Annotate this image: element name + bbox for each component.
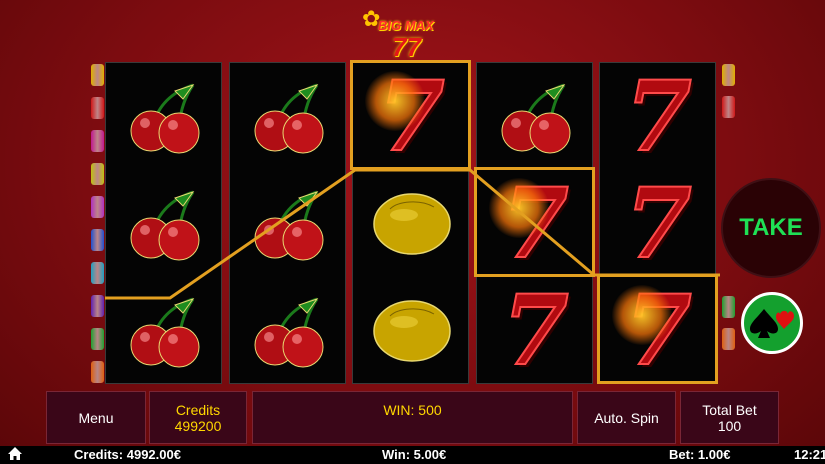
reel-1 xyxy=(105,62,222,384)
seven-icon: 7 xyxy=(501,273,570,387)
gamble-button[interactable] xyxy=(741,292,803,354)
reel-cell xyxy=(477,63,594,170)
payline-marker xyxy=(91,328,104,350)
seven-icon: 7 xyxy=(624,166,693,280)
logo-number-text: 77 xyxy=(392,32,421,62)
status-credits: Credits: 4992.00€ xyxy=(74,447,181,462)
winning-symbol-frame xyxy=(350,60,471,170)
credits-label: Credits xyxy=(175,401,221,418)
payline-marker xyxy=(91,163,104,185)
reel-cell xyxy=(230,277,347,384)
menu-button[interactable]: Menu xyxy=(46,391,146,444)
payline-marker xyxy=(91,196,104,218)
cherry-icon xyxy=(130,190,199,260)
payline-marker xyxy=(722,96,735,118)
cherry-icon xyxy=(130,83,199,153)
auto-spin-button[interactable]: Auto. Spin xyxy=(577,391,676,444)
credits-value: 499200 xyxy=(174,417,222,434)
reel-cell xyxy=(353,170,470,277)
flame-effect xyxy=(489,178,549,238)
status-time: 12:21 xyxy=(794,447,825,462)
total-bet-label: Total Bet xyxy=(702,401,757,418)
cherry-icon xyxy=(130,297,199,367)
payline-marker xyxy=(91,295,104,317)
reel-area: 777777 xyxy=(105,60,720,384)
win-display: WIN: 500 xyxy=(252,391,573,444)
reel-cell xyxy=(230,170,347,277)
cherry-icon xyxy=(254,190,323,260)
total-bet-value: 100 xyxy=(717,417,742,434)
seven-icon: 7 xyxy=(624,59,693,173)
payline-marker xyxy=(91,97,104,119)
reel-cell xyxy=(106,170,223,277)
reel-cell xyxy=(106,277,223,384)
total-bet-button[interactable]: Total Bet 100 xyxy=(680,391,779,444)
payline-marker xyxy=(722,64,735,86)
winning-symbol-frame xyxy=(597,274,718,384)
reel-cell: 7 xyxy=(477,277,594,384)
status-win: Win: 5.00€ xyxy=(382,447,447,462)
payline-marker xyxy=(91,361,104,383)
menu-label: Menu xyxy=(78,409,114,426)
reel-cell: 7 xyxy=(600,170,717,277)
lemon-icon xyxy=(372,192,451,255)
cherry-icon xyxy=(254,297,323,367)
payline-marker xyxy=(91,229,104,251)
spade-heart-icon xyxy=(750,309,794,338)
home-icon[interactable] xyxy=(7,446,23,464)
auto-spin-label: Auto. Spin xyxy=(594,409,659,426)
game-logo: ✿ BIG MAX 77 xyxy=(360,2,442,62)
payline-marker xyxy=(91,130,104,152)
status-bet: Bet: 1.00€ xyxy=(669,447,731,462)
credits-display: Credits 499200 xyxy=(149,391,247,444)
logo-brand-text: BIG MAX xyxy=(378,18,434,33)
reel-cell: 7 xyxy=(600,63,717,170)
cherry-icon xyxy=(254,83,323,153)
payline-marker xyxy=(91,64,104,86)
payline-marker xyxy=(91,262,104,284)
payline-marker xyxy=(722,328,735,350)
status-bar: Credits: 4992.00€ Win: 5.00€ Bet: 1.00€ … xyxy=(0,446,825,464)
reel-cell xyxy=(106,63,223,170)
cherry-icon xyxy=(501,83,570,153)
payline-marker xyxy=(722,296,735,318)
win-label: WIN: 500 xyxy=(383,402,442,418)
lemon-icon xyxy=(372,299,451,362)
reel-cell xyxy=(353,277,470,384)
reel-2 xyxy=(229,62,346,384)
winning-symbol-frame xyxy=(474,167,595,277)
take-button[interactable]: TAKE xyxy=(721,178,821,278)
reel-cell xyxy=(230,63,347,170)
flame-effect xyxy=(612,285,672,345)
flame-effect xyxy=(365,71,425,131)
